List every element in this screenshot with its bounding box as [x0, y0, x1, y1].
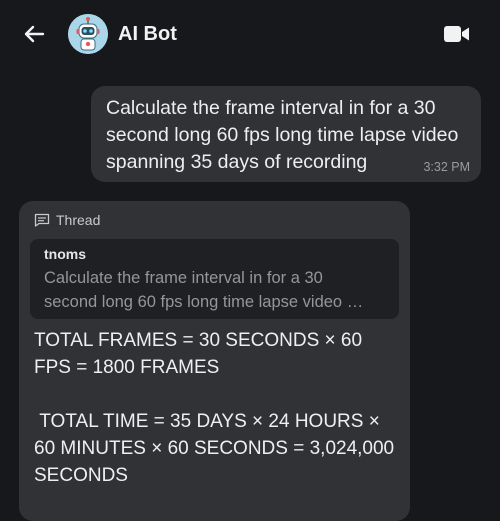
quote-line: second long 60 fps long time lapse video…: [44, 293, 364, 311]
thread-icon: [34, 213, 50, 227]
answer-paragraph: TOTAL FRAMES = 30 SECONDS × 60 FPS = 180…: [34, 330, 363, 378]
quoted-message[interactable]: tnoms Calculate the frame interval in fo…: [30, 239, 399, 319]
bot-avatar[interactable]: [68, 14, 108, 54]
user-message-bubble[interactable]: Calculate the frame interval in for a 30…: [91, 86, 481, 182]
bot-answer-text: TOTAL FRAMES = 30 SECONDS × 60 FPS = 180…: [34, 327, 404, 489]
answer-paragraph: TOTAL TIME = 35 DAYS × 24 HOURS × 60 MIN…: [34, 411, 400, 486]
bot-message-bubble[interactable]: Thread tnoms Calculate the frame interva…: [19, 201, 410, 521]
thread-label: Thread: [56, 212, 101, 228]
bot-name[interactable]: AI Bot: [118, 23, 177, 46]
message-timestamp: 3:32 PM: [423, 160, 470, 174]
quote-line: Calculate the frame interval in for a 30: [44, 269, 323, 287]
chat-header: AI Bot: [0, 0, 500, 68]
video-camera-icon[interactable]: [443, 23, 471, 45]
user-message-text: Calculate the frame interval in for a 30…: [106, 97, 459, 173]
quote-text: Calculate the frame interval in for a 30…: [44, 266, 389, 314]
quote-author: tnoms: [44, 246, 86, 262]
arrow-left-icon[interactable]: [22, 22, 46, 46]
robot-icon: [68, 14, 108, 54]
